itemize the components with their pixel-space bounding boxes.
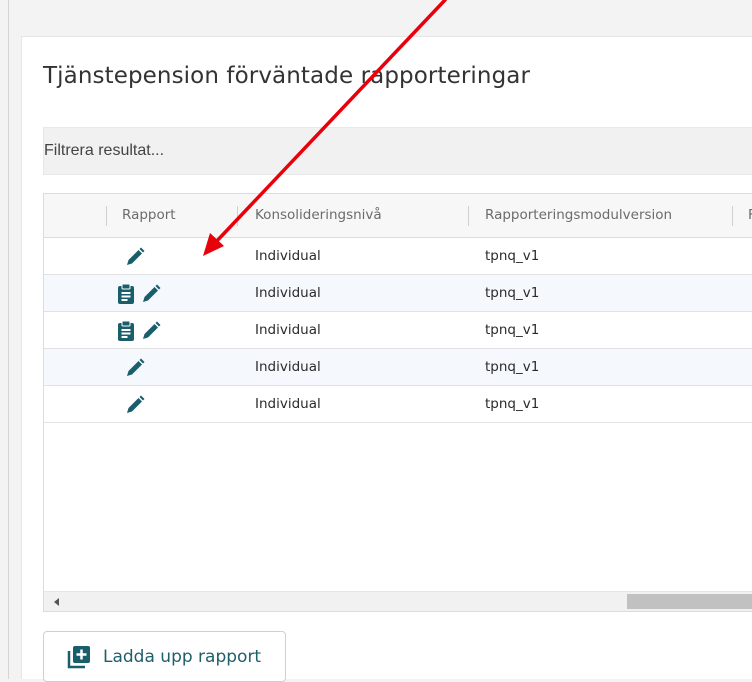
pencil-icon[interactable]	[124, 246, 146, 268]
column-separator[interactable]	[237, 206, 238, 226]
table-row: Individual tpnq_v1	[44, 386, 752, 423]
cell-konsolideringsniva: Individual	[255, 359, 321, 375]
upload-report-button[interactable]: Ladda upp rapport	[43, 631, 286, 682]
cell-konsolideringsniva: Individual	[255, 248, 321, 264]
scroll-left-arrow-icon[interactable]	[54, 598, 59, 606]
column-header-konsolideringsniva[interactable]: Konsolideringsnivå	[255, 194, 382, 237]
table-row: Individual tpnq_v1	[44, 238, 752, 275]
table-row: Individual tpnq_v1	[44, 275, 752, 312]
table-row: Individual tpnq_v1	[44, 349, 752, 386]
window-edge	[8, 0, 9, 679]
grid-header: Rapport Konsolideringsnivå Rapporterings…	[44, 194, 752, 238]
scrollbar-thumb[interactable]	[627, 594, 752, 609]
cell-konsolideringsniva: Individual	[255, 322, 321, 338]
column-separator[interactable]	[468, 206, 469, 226]
cell-rapporteringsmodulversion: tpnq_v1	[485, 396, 540, 412]
pencil-icon[interactable]	[140, 283, 162, 305]
cell-konsolideringsniva: Individual	[255, 396, 321, 412]
pencil-icon[interactable]	[124, 357, 146, 379]
page-title: Tjänstepension förväntade rapporteringar	[43, 63, 531, 89]
cell-rapporteringsmodulversion: tpnq_v1	[485, 248, 540, 264]
clipboard-icon[interactable]	[115, 320, 137, 342]
pencil-icon[interactable]	[124, 394, 146, 416]
horizontal-scrollbar[interactable]	[44, 591, 752, 611]
reports-grid: Rapport Konsolideringsnivå Rapporterings…	[43, 193, 752, 612]
column-header-rapport[interactable]: Rapport	[122, 194, 176, 237]
cell-rapporteringsmodulversion: tpnq_v1	[485, 322, 540, 338]
column-header-partial[interactable]: F	[748, 194, 752, 237]
cell-rapporteringsmodulversion: tpnq_v1	[485, 285, 540, 301]
content-card: Tjänstepension förväntade rapporteringar…	[21, 36, 752, 682]
filter-input[interactable]	[43, 127, 752, 175]
pencil-icon[interactable]	[140, 320, 162, 342]
plus-square-icon	[67, 646, 90, 669]
column-separator[interactable]	[732, 206, 733, 226]
cell-konsolideringsniva: Individual	[255, 285, 321, 301]
table-row: Individual tpnq_v1	[44, 312, 752, 349]
cell-rapporteringsmodulversion: tpnq_v1	[485, 359, 540, 375]
clipboard-icon[interactable]	[115, 283, 137, 305]
upload-report-label: Ladda upp rapport	[103, 647, 262, 667]
column-separator[interactable]	[106, 206, 107, 226]
column-header-rapporteringsmodulversion[interactable]: Rapporteringsmodulversion	[485, 194, 672, 237]
